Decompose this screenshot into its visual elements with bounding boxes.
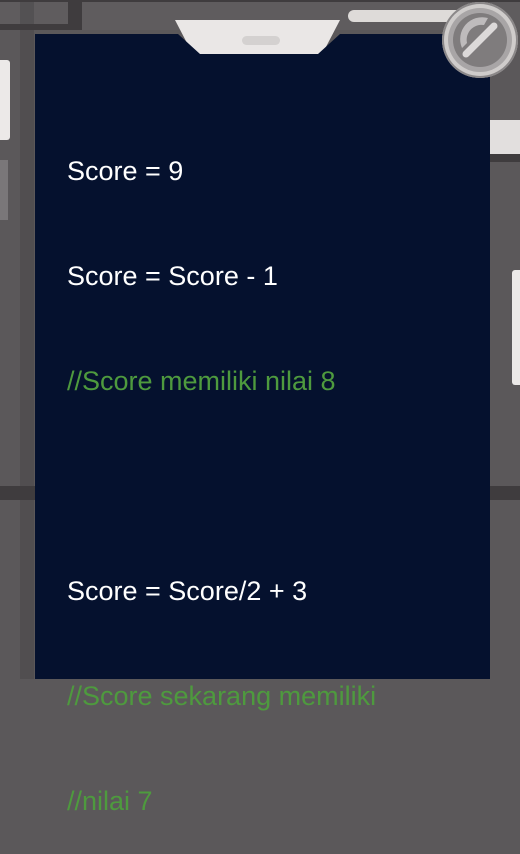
scene-left-edge bbox=[0, 60, 10, 140]
scene-left-edge-dark bbox=[0, 160, 8, 220]
code-comment: //nilai 7 bbox=[67, 786, 153, 816]
close-icon bbox=[448, 8, 512, 72]
code-line: Score = 9 bbox=[67, 156, 184, 186]
scene-right-tab bbox=[490, 120, 520, 154]
scene-right-edge bbox=[512, 270, 520, 385]
code-line: Score = Score/2 + 3 bbox=[67, 576, 308, 606]
code-comment: //Score sekarang memiliki bbox=[67, 681, 377, 711]
code-line: Score = Score - 1 bbox=[67, 261, 278, 291]
panel-notch-slot bbox=[242, 36, 280, 45]
code-comment: //Score memiliki nilai 8 bbox=[67, 366, 336, 396]
code-block: Score = 9 Score = Score - 1 //Score memi… bbox=[67, 84, 376, 854]
close-button[interactable] bbox=[442, 2, 518, 78]
